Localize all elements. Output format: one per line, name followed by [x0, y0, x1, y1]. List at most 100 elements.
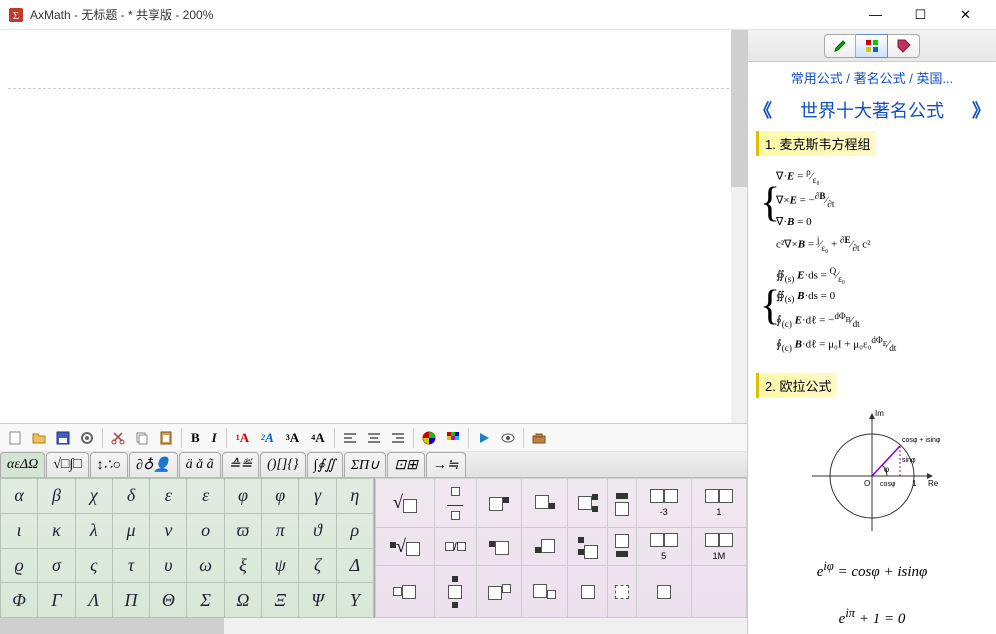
tpl-sqrt[interactable]: √	[376, 479, 435, 528]
format-a2-button[interactable]: 2A	[256, 427, 279, 449]
greek-0-8[interactable]: γ	[299, 479, 336, 514]
greek-3-3[interactable]: Π	[112, 583, 149, 618]
tpl-r3c3[interactable]	[476, 566, 522, 618]
greek-3-7[interactable]: Ξ	[262, 583, 299, 618]
greek-2-4[interactable]: υ	[150, 548, 187, 583]
paste-button[interactable]	[155, 427, 177, 449]
tpl-sup[interactable]	[476, 479, 522, 528]
panel-tab-tag[interactable]	[888, 34, 920, 58]
greek-2-0[interactable]: ϱ	[1, 548, 38, 583]
tpl-r3c1[interactable]	[376, 566, 435, 618]
cut-button[interactable]	[107, 427, 129, 449]
preview-button[interactable]	[497, 427, 519, 449]
tpl-sub-1m[interactable]: 1M	[691, 527, 746, 566]
tpl-r3c5[interactable]	[568, 566, 608, 618]
tab-greek[interactable]: αεΔΩ	[0, 452, 45, 477]
tab-brackets[interactable]: ()[]{}	[260, 452, 305, 477]
tpl-sub[interactable]	[522, 479, 568, 528]
tab-misc[interactable]: ∂♁👤	[129, 452, 178, 477]
tab-templates[interactable]: √□∫□	[46, 452, 88, 477]
greek-1-3[interactable]: μ	[112, 513, 149, 548]
greek-1-6[interactable]: ϖ	[224, 513, 261, 548]
color-wheel-button[interactable]	[418, 427, 440, 449]
tpl-under[interactable]	[608, 527, 637, 566]
close-button[interactable]: ✕	[943, 1, 988, 29]
align-center-button[interactable]	[363, 427, 385, 449]
greek-3-9[interactable]: Υ	[336, 583, 373, 618]
tpl-presup[interactable]	[476, 527, 522, 566]
tpl-r3c6[interactable]	[608, 566, 637, 618]
tab-sums[interactable]: ΣΠ∪	[344, 452, 387, 477]
greek-2-6[interactable]: ξ	[224, 548, 261, 583]
greek-0-3[interactable]: δ	[112, 479, 149, 514]
tab-integrals[interactable]: ∫∮∬	[307, 452, 343, 477]
toolbox-button[interactable]	[528, 427, 550, 449]
greek-2-1[interactable]: σ	[38, 548, 75, 583]
greek-3-5[interactable]: Σ	[187, 583, 224, 618]
editor-area[interactable]	[0, 30, 747, 423]
maximize-button[interactable]: ☐	[898, 1, 943, 29]
play-button[interactable]	[473, 427, 495, 449]
maxwell-equations[interactable]: { ∇·E = ρ⁄ε₀ ∇×E = −∂B⁄∂t ∇·B = 0 c²∇×B …	[756, 156, 988, 365]
tab-matrix[interactable]: ⊡⊞	[387, 452, 424, 477]
tpl-over[interactable]	[608, 479, 637, 528]
tpl-r3c2[interactable]	[434, 566, 476, 618]
tpl-sub-n3[interactable]: -3	[636, 479, 691, 528]
tpl-r3c7[interactable]	[636, 566, 691, 618]
greek-2-5[interactable]: ω	[187, 548, 224, 583]
breadcrumb-item-2[interactable]: 英国...	[916, 71, 953, 86]
settings-button[interactable]	[76, 427, 98, 449]
open-button[interactable]	[28, 427, 50, 449]
greek-0-9[interactable]: η	[336, 479, 373, 514]
new-button[interactable]	[4, 427, 26, 449]
tab-arrows2[interactable]: →≒	[426, 452, 466, 477]
euler-formula-1[interactable]: eiφ = cosφ + isinφ	[756, 547, 988, 594]
euler-circle-plot[interactable]: Im Re 1 O cosφ + isinφ sinφ cosφ φ	[756, 398, 988, 547]
tpl-sub-5[interactable]: 5	[636, 527, 691, 566]
greek-1-9[interactable]: ρ	[336, 513, 373, 548]
greek-1-0[interactable]: ι	[1, 513, 38, 548]
save-button[interactable]	[52, 427, 74, 449]
breadcrumb-item-0[interactable]: 常用公式	[791, 71, 843, 86]
greek-1-8[interactable]: ϑ	[299, 513, 336, 548]
tab-arrows[interactable]: ↕∴○	[90, 452, 128, 477]
greek-2-2[interactable]: ς	[75, 548, 112, 583]
align-right-button[interactable]	[387, 427, 409, 449]
greek-1-1[interactable]: κ	[38, 513, 75, 548]
format-a4-button[interactable]: 4A	[306, 427, 329, 449]
greek-0-1[interactable]: β	[38, 479, 75, 514]
palette-hscroll[interactable]	[0, 618, 747, 634]
greek-1-4[interactable]: ν	[150, 513, 187, 548]
greek-3-6[interactable]: Ω	[224, 583, 261, 618]
greek-0-6[interactable]: φ	[224, 479, 261, 514]
greek-0-5[interactable]: ε	[187, 479, 224, 514]
greek-1-7[interactable]: π	[262, 513, 299, 548]
editor-vscroll[interactable]	[731, 30, 747, 423]
greek-2-7[interactable]: ψ	[262, 548, 299, 583]
greek-1-5[interactable]: ο	[187, 513, 224, 548]
greek-1-2[interactable]: λ	[75, 513, 112, 548]
panel-tab-grid[interactable]	[856, 34, 888, 58]
greek-2-3[interactable]: τ	[112, 548, 149, 583]
tpl-r3c4[interactable]	[522, 566, 568, 618]
tpl-supsub[interactable]	[568, 479, 608, 528]
prev-button[interactable]: 《	[754, 97, 772, 123]
tab-accents[interactable]: ä ǎ ã	[179, 452, 221, 477]
greek-2-9[interactable]: Δ	[336, 548, 373, 583]
format-a1-button[interactable]: 1A	[231, 427, 254, 449]
tpl-r3c8[interactable]	[691, 566, 746, 618]
tpl-slashfrac[interactable]: /	[434, 527, 476, 566]
greek-0-0[interactable]: α	[1, 479, 38, 514]
greek-3-2[interactable]: Λ	[75, 583, 112, 618]
greek-3-0[interactable]: Φ	[1, 583, 38, 618]
tpl-sub-1[interactable]: 1	[691, 479, 746, 528]
tpl-frac[interactable]	[434, 479, 476, 528]
tpl-presub[interactable]	[522, 527, 568, 566]
bold-button[interactable]: B	[186, 427, 205, 449]
tab-relations[interactable]: ≙≝	[222, 452, 259, 477]
tpl-nroot[interactable]: √	[376, 527, 435, 566]
greek-0-4[interactable]: ε	[150, 479, 187, 514]
greek-3-1[interactable]: Γ	[38, 583, 75, 618]
next-button[interactable]: 》	[972, 97, 990, 123]
align-left-button[interactable]	[339, 427, 361, 449]
